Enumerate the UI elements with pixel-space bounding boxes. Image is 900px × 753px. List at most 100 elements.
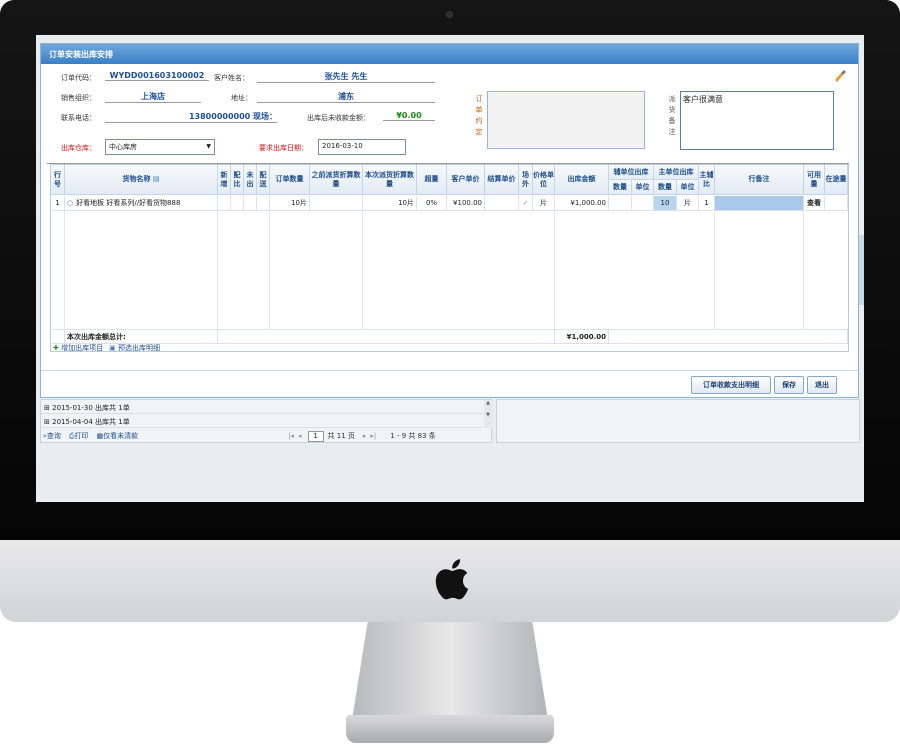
this-dispatch-cell[interactable]: 10片 <box>363 196 417 211</box>
first-page-icon[interactable]: |◂ <box>288 432 294 440</box>
prev-dispatch-cell <box>310 196 363 211</box>
table-cell <box>218 329 555 344</box>
table-cell <box>244 196 257 211</box>
query-label: 查询 <box>46 432 61 440</box>
required-date-input[interactable]: 2016-03-10 <box>318 139 406 155</box>
customer-label: 客户姓名： <box>214 74 249 82</box>
col-main-aux-ratio: 主辅比 <box>699 165 715 195</box>
page-input[interactable]: 1 <box>307 430 324 442</box>
grid-line <box>554 211 555 330</box>
col-over-qty: 超量 <box>417 165 447 195</box>
col-cust-price: 客户单价 <box>447 165 485 195</box>
phone-value: 13800000000 现场： <box>105 111 277 123</box>
last-page-icon[interactable]: ▸| <box>370 432 376 440</box>
chevron-down-icon: ▼ <box>206 143 211 150</box>
next-page-icon[interactable]: ▸ <box>363 432 367 440</box>
col-price-unit: 价格单位 <box>533 165 555 195</box>
total-amount: ¥1,000.00 <box>555 329 609 344</box>
table-cell <box>609 329 848 344</box>
exit-button[interactable]: 退出 <box>807 376 837 394</box>
save-button[interactable]: 保存 <box>774 376 804 394</box>
apple-logo-icon <box>435 559 469 600</box>
print-label: 打印 <box>74 432 89 440</box>
grid-line <box>269 211 270 330</box>
history-toolbar: ⌕查询 ⎙打印 ▦仅看未清款 |◂ ◂ 1 共 11 页 ▸ ▸| 1 - 9 … <box>43 430 491 442</box>
expand-icon: ⊞ <box>44 404 50 412</box>
main-qty-cell[interactable]: 10 <box>654 196 677 211</box>
col-aux-qty: 数量 <box>609 180 632 195</box>
col-deliver: 配送 <box>257 165 270 195</box>
col-row-no: 行号 <box>51 165 65 195</box>
outside-checkbox[interactable]: ✓ <box>519 196 533 211</box>
monitor-stand <box>352 622 548 720</box>
circle-icon: ○ <box>67 199 74 207</box>
edit-list-icon[interactable]: ▤ <box>153 175 160 184</box>
camera-dot <box>446 11 453 18</box>
col-this-dispatch: 本次派货折算数量 <box>363 165 417 195</box>
over-qty-cell: 0% <box>417 196 447 211</box>
col-outside: 场外 <box>519 165 533 195</box>
order-agreement-textarea[interactable] <box>487 91 645 149</box>
uncollected-amount: ¥0.00 <box>383 111 435 121</box>
address-value: 浦东 <box>257 91 435 103</box>
ratio-cell: 1 <box>699 196 715 211</box>
settle-price-cell <box>485 196 519 211</box>
dispatch-note-textarea[interactable]: 客户很满意 <box>680 91 834 150</box>
col-aux-unit: 单位 <box>632 180 654 195</box>
history-group-1[interactable]: ⊞ 2015-01-30 出库共 1单 <box>41 400 483 414</box>
col-order-qty: 订单数量 <box>270 165 310 195</box>
warehouse-select[interactable]: 中心库房 ▼ <box>105 139 215 155</box>
line-note-cell[interactable] <box>715 196 804 211</box>
plus-icon: ✚ <box>53 344 59 352</box>
sales-org-label: 销售组织： <box>61 94 96 102</box>
uncollected-label: 出库后未收款金额： <box>307 114 370 122</box>
scrollbar[interactable] <box>859 235 864 305</box>
query-button[interactable]: ⌕查询 <box>43 431 61 441</box>
col-not-out: 未出 <box>244 165 257 195</box>
col-settle-price: 结算单价 <box>485 165 519 195</box>
clear-icon[interactable] <box>833 69 847 83</box>
dispatch-note-label: 派货备注 <box>668 95 676 136</box>
order-code-label: 订单代码： <box>61 74 96 82</box>
col-main-qty: 数量 <box>654 180 677 195</box>
grid-line <box>714 211 715 330</box>
expand-icon: ⊞ <box>44 418 50 426</box>
col-goods-name: 货物名称 ▤ <box>65 165 218 195</box>
page-total: 共 11 页 <box>327 432 355 440</box>
goods-name-cell[interactable]: ○ 好看地板 好看系列//好看货物888 <box>65 196 218 211</box>
warehouse-selected: 中心库房 <box>109 143 137 151</box>
history-group-2-label: 2015-04-04 出库共 1单 <box>52 418 130 426</box>
table-cell <box>51 329 65 344</box>
aux-qty-cell <box>609 196 632 211</box>
grid-footer: ✚ 增加出库项目 ▣ 预选出库明细 <box>53 344 160 352</box>
total-label: 本次出库金额总计: <box>65 329 218 344</box>
history-scrollbar[interactable]: ▲ ▼ <box>484 400 492 428</box>
address-label: 地址： <box>231 94 252 102</box>
col-group-main: 主单位出库 <box>654 165 699 180</box>
available-view-link[interactable]: 查看 <box>804 196 825 211</box>
print-button[interactable]: ⎙打印 <box>69 431 89 441</box>
detail-panel <box>496 399 860 443</box>
order-receipt-detail-button[interactable]: 订单收款支出明细 <box>691 376 771 394</box>
col-goods-name-label: 货物名称 <box>122 175 151 183</box>
history-group-2[interactable]: ⊞ 2015-04-04 出库共 1单 <box>41 414 483 428</box>
col-in-transit: 在途量 <box>825 165 848 195</box>
preview-link[interactable]: ▣ 预选出库明细 <box>109 343 160 353</box>
add-item-link[interactable]: ✚ 增加出库项目 <box>53 343 103 353</box>
aux-unit-cell <box>632 196 654 211</box>
sales-org-value: 上海店 <box>105 91 201 103</box>
prev-page-icon[interactable]: ◂ <box>298 432 302 440</box>
col-prev-dispatch: 之前派货折算数量 <box>310 165 363 195</box>
table-cell <box>218 196 231 211</box>
add-item-label: 增加出库项目 <box>61 344 104 352</box>
grid-line <box>217 211 218 330</box>
col-config: 配比 <box>231 165 244 195</box>
order-agreement-label: 订单约定 <box>475 95 483 136</box>
preview-icon: ▣ <box>109 344 116 352</box>
only-unpaid-toggle[interactable]: ▦仅看未清款 <box>97 431 139 441</box>
phone-label: 联系电话： <box>61 114 96 122</box>
dialog-title: 订单安装出库安排 <box>41 44 858 64</box>
col-out-amount: 出库金额 <box>555 165 609 195</box>
table-cell <box>257 196 270 211</box>
col-line-note: 行备注 <box>715 165 804 195</box>
